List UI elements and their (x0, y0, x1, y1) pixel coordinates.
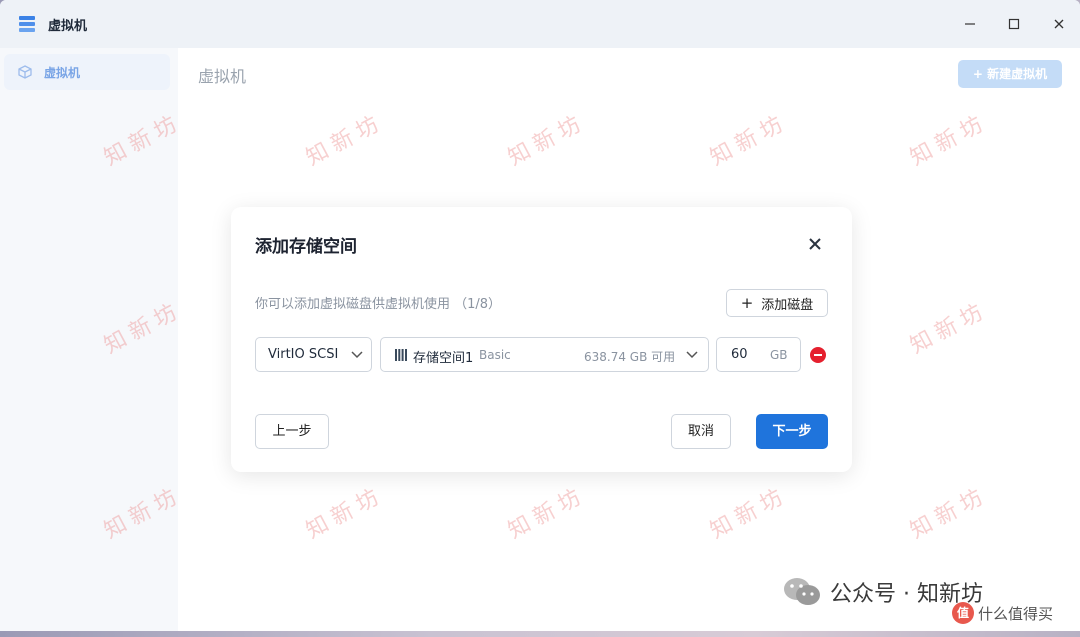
disk-size-unit: GB (770, 348, 788, 362)
storage-pool-name: 存储空间1 (413, 351, 474, 366)
sidebar-item-label: 虚拟机 (44, 66, 81, 80)
chevron-down-icon (686, 351, 698, 359)
minimize-icon (965, 23, 975, 25)
cancel-button[interactable]: 取消 (671, 414, 731, 449)
wechat-icon (784, 578, 820, 605)
storage-pool-select[interactable]: 存储空间1 Basic 638.74 GB 可用 (380, 337, 709, 372)
dialog-title: 添加存储空间 (255, 237, 357, 257)
chevron-down-icon (351, 351, 363, 359)
storage-pool-icon (395, 349, 407, 361)
server-stack-icon (19, 16, 35, 32)
maximize-button[interactable] (1002, 12, 1026, 36)
maximize-icon (1008, 18, 1020, 30)
site-watermark-text: 什么值得买 (978, 604, 1054, 623)
plus-icon: + (740, 294, 754, 312)
smzdm-logo-icon: 值 (952, 602, 974, 624)
close-icon (1054, 19, 1064, 29)
previous-button[interactable]: 上一步 (255, 414, 329, 449)
title-bar: 虚拟机 (0, 0, 1080, 48)
page-title: 虚拟机 (198, 67, 247, 86)
remove-disk-icon[interactable] (810, 347, 826, 363)
disk-bus-select[interactable]: VirtIO SCSI (255, 337, 372, 372)
new-vm-button[interactable]: + 新建虚拟机 (958, 60, 1062, 88)
sidebar: 虚拟机 (0, 48, 178, 631)
window-title: 虚拟机 (48, 19, 88, 34)
dialog-description: 你可以添加虚拟磁盘供虚拟机使用 （1/8） (255, 297, 502, 312)
disk-size-value: 60 (731, 347, 748, 362)
storage-pool-type: Basic (479, 348, 511, 362)
disk-bus-value: VirtIO SCSI (268, 347, 339, 362)
close-window-button[interactable] (1047, 12, 1071, 36)
cube-icon (18, 65, 32, 79)
disk-size-input[interactable]: 60 GB (716, 337, 801, 372)
storage-pool-available: 638.74 GB 可用 (584, 350, 676, 364)
add-disk-button[interactable]: + 添加磁盘 (726, 289, 828, 317)
add-disk-label: 添加磁盘 (761, 297, 814, 313)
add-storage-dialog: 添加存储空间 你可以添加虚拟磁盘供虚拟机使用 （1/8） + 添加磁盘 Virt… (231, 207, 852, 472)
minimize-button[interactable] (958, 12, 982, 36)
close-icon[interactable] (805, 234, 825, 254)
next-button[interactable]: 下一步 (756, 414, 828, 449)
sidebar-item-virtual-machine[interactable]: 虚拟机 (4, 54, 170, 90)
site-watermark: 值 什么值得买 (952, 602, 1053, 624)
